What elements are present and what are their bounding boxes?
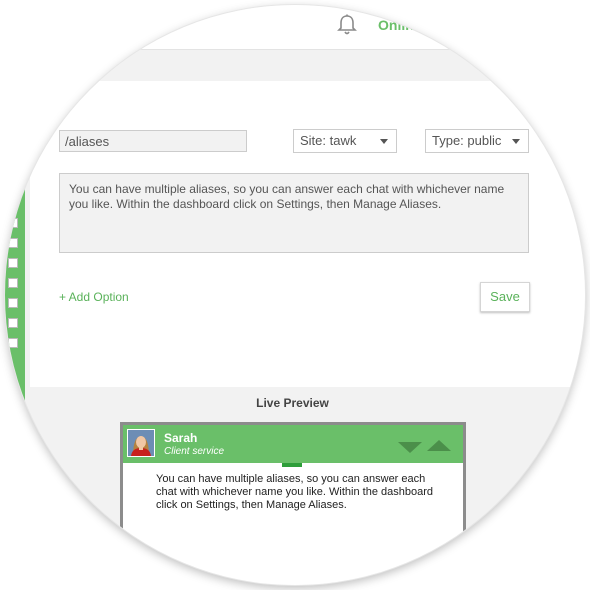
message-textarea[interactable]: You can have multiple aliases, so you ca… [59, 173, 529, 253]
status-indicator[interactable]: Online [378, 17, 422, 33]
live-preview-title: Live Preview [256, 396, 329, 410]
row-checkbox[interactable] [8, 338, 18, 348]
row-checkbox[interactable] [8, 218, 18, 228]
chevron-down-icon [512, 139, 520, 144]
tab-indicator [282, 463, 302, 467]
chat-widget-header: Sarah Client service [123, 425, 463, 463]
preview-message: You can have multiple aliases, so you ca… [156, 473, 433, 511]
site-select-label: Site: tawk [300, 133, 357, 148]
type-select[interactable]: Type: public [425, 129, 529, 153]
agent-role: Client service [164, 446, 225, 457]
agent-name: Sarah [164, 431, 198, 445]
avatar [127, 429, 155, 457]
toolbar-strip [5, 50, 585, 81]
popout-icon[interactable] [427, 440, 451, 451]
bell-icon[interactable] [337, 14, 357, 36]
top-bar: Online [5, 5, 585, 50]
alias-shortcut-input[interactable]: /aliases [59, 130, 247, 152]
zoom-lens: Online /aliases Site: tawk Type: public … [5, 5, 585, 585]
chevron-down-icon [380, 139, 388, 144]
save-button[interactable]: Save [480, 282, 530, 312]
row-checkbox[interactable] [8, 238, 18, 248]
sidebar-accent [5, 185, 25, 425]
add-option-link[interactable]: + Add Option [59, 290, 129, 304]
type-select-label: Type: public [432, 133, 502, 148]
row-checkbox[interactable] [8, 318, 18, 328]
chat-widget-preview: Sarah Client service You can have multip… [120, 422, 466, 585]
site-select[interactable]: Site: tawk [293, 129, 397, 153]
minimize-icon[interactable] [398, 442, 422, 453]
row-checkbox[interactable] [8, 298, 18, 308]
row-checkbox[interactable] [8, 278, 18, 288]
row-checkbox[interactable] [8, 258, 18, 268]
